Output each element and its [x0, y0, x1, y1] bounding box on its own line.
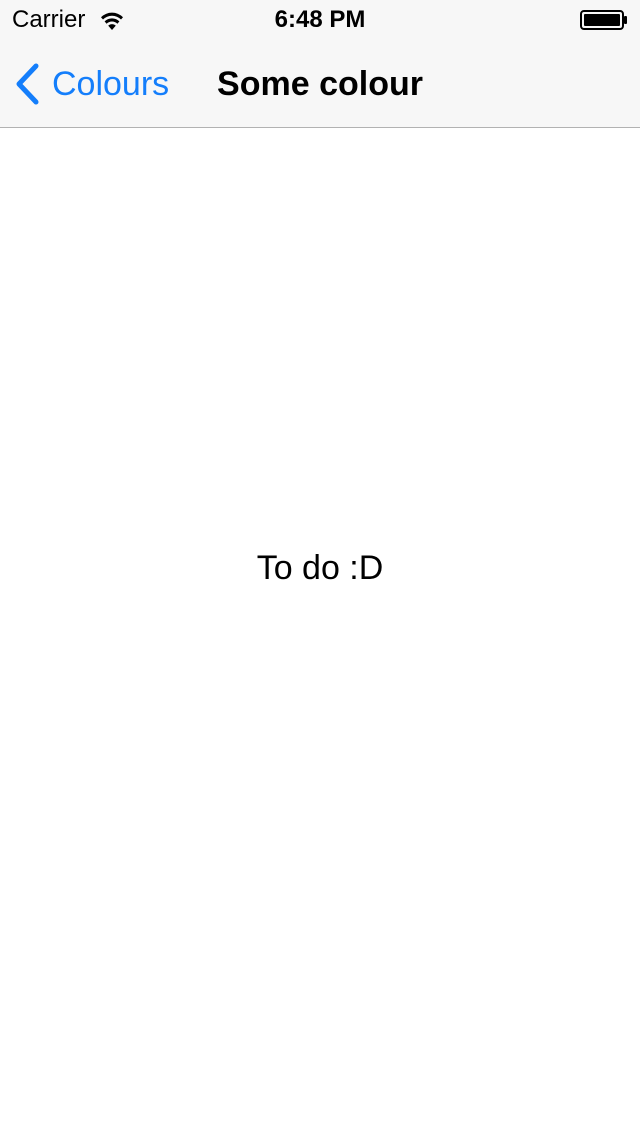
battery-icon — [580, 10, 627, 30]
time-label: 6:48 PM — [274, 6, 366, 33]
top-chrome: Carrier 6:48 PM Colours Some colour — [0, 0, 640, 128]
page-title: Some colour — [217, 65, 423, 103]
todo-label: To do :D — [256, 549, 384, 587]
content-area: To do :D — [0, 128, 640, 1136]
navigation-bar: Colours Some colour — [0, 40, 640, 128]
screen: Carrier 6:48 PM Colours Some colour To d… — [0, 0, 640, 1136]
status-bar: Carrier 6:48 PM — [0, 0, 640, 40]
